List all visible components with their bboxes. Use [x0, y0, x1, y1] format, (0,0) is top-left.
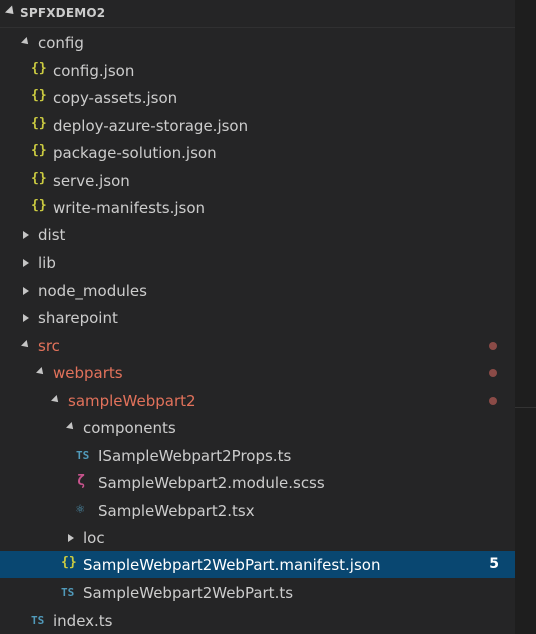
tree-item-label: copy-assets.json [53, 89, 178, 107]
tree-item-label: config.json [53, 62, 135, 80]
chevron-down-icon[interactable] [21, 340, 31, 350]
json-braces-icon: {} [31, 171, 47, 186]
tree-file-samplewebpart2webpart-manifest-json[interactable]: {} SampleWebpart2WebPart.manifest.json 5 [0, 551, 515, 578]
tree-folder-samplewebpart2[interactable]: sampleWebpart2 [0, 387, 515, 414]
tree-item-label: lib [38, 254, 56, 272]
project-title: SPFXDEMO2 [20, 6, 106, 20]
tree-item-label: ISampleWebpart2Props.ts [98, 447, 292, 465]
tree-item-label: write-manifests.json [53, 199, 206, 217]
tree-folder-sharepoint[interactable]: sharepoint [0, 304, 515, 331]
modified-dot-icon [489, 369, 497, 377]
tree-item-label: config [38, 34, 84, 52]
tree-file-deploy-azure-storage-json[interactable]: {} deploy-azure-storage.json [0, 112, 515, 139]
chevron-down-icon[interactable] [21, 37, 31, 47]
tree-folder-components[interactable]: components [0, 414, 515, 441]
tree-item-label: SampleWebpart2.module.scss [98, 474, 325, 492]
typescript-icon: TS [61, 586, 75, 599]
react-icon: ⚛ [76, 501, 85, 517]
tree-item-label: sampleWebpart2 [68, 392, 196, 410]
tree-file-samplewebpart2-tsx[interactable]: ⚛ SampleWebpart2.tsx [0, 497, 515, 524]
sass-icon: ζ [77, 473, 86, 489]
chevron-down-icon[interactable] [51, 395, 61, 405]
tree-folder-config[interactable]: config [0, 29, 515, 56]
chevron-right-icon[interactable] [23, 287, 29, 295]
tree-folder-node-modules[interactable]: node_modules [0, 277, 515, 304]
tree-file-samplewebpart2-module-scss[interactable]: ζ SampleWebpart2.module.scss [0, 469, 515, 496]
tree-file-index-ts[interactable]: TS index.ts [0, 607, 515, 634]
chevron-right-icon[interactable] [68, 534, 74, 542]
tree-item-label: index.ts [53, 612, 113, 630]
tree-item-label: webparts [53, 364, 123, 382]
chevron-down-icon [4, 5, 18, 18]
problems-count-badge: 5 [489, 556, 499, 572]
tree-item-label: serve.json [53, 172, 130, 190]
chevron-down-icon[interactable] [36, 367, 46, 377]
json-braces-icon: {} [31, 61, 47, 76]
tree-item-label: dist [38, 226, 66, 244]
tree-item-label: components [83, 419, 176, 437]
tree-item-label: sharepoint [38, 309, 118, 327]
modified-dot-icon [489, 397, 497, 405]
json-braces-icon: {} [31, 88, 47, 103]
json-braces-icon: {} [61, 555, 77, 570]
chevron-down-icon[interactable] [66, 422, 76, 432]
editor-area-edge [515, 0, 536, 634]
modified-dot-icon [489, 342, 497, 350]
tree-item-label: node_modules [38, 282, 147, 300]
tree-file-serve-json[interactable]: {} serve.json [0, 167, 515, 194]
json-braces-icon: {} [31, 116, 47, 131]
tree-item-label: SampleWebpart2WebPart.ts [83, 584, 294, 602]
tree-item-label: package-solution.json [53, 144, 217, 162]
tree-folder-loc[interactable]: loc [0, 524, 515, 551]
chevron-right-icon[interactable] [23, 259, 29, 267]
tree-item-label: src [38, 337, 60, 355]
tree-item-label: SampleWebpart2WebPart.manifest.json [83, 556, 381, 574]
explorer-section-header[interactable]: SPFXDEMO2 [0, 0, 515, 28]
chevron-right-icon[interactable] [23, 314, 29, 322]
tree-folder-lib[interactable]: lib [0, 249, 515, 276]
divider [515, 407, 536, 408]
file-explorer: SPFXDEMO2 config {} config.json {} copy-… [0, 0, 515, 634]
tree-item-label: deploy-azure-storage.json [53, 117, 249, 135]
tree-file-isamplewebpart2props-ts[interactable]: TS ISampleWebpart2Props.ts [0, 442, 515, 469]
tree-folder-src[interactable]: src [0, 332, 515, 359]
chevron-right-icon[interactable] [23, 231, 29, 239]
json-braces-icon: {} [31, 198, 47, 213]
tree-item-label: SampleWebpart2.tsx [98, 502, 255, 520]
tree-folder-webparts[interactable]: webparts [0, 359, 515, 386]
tree-file-copy-assets-json[interactable]: {} copy-assets.json [0, 84, 515, 111]
json-braces-icon: {} [31, 143, 47, 158]
tree-folder-dist[interactable]: dist [0, 221, 515, 248]
tree-file-samplewebpart2webpart-ts[interactable]: TS SampleWebpart2WebPart.ts [0, 579, 515, 606]
tree-item-label: loc [83, 529, 105, 547]
tree-file-config-json[interactable]: {} config.json [0, 57, 515, 84]
tree-file-package-solution-json[interactable]: {} package-solution.json [0, 139, 515, 166]
typescript-icon: TS [76, 449, 90, 462]
tree-file-write-manifests-json[interactable]: {} write-manifests.json [0, 194, 515, 221]
typescript-icon: TS [31, 614, 45, 627]
